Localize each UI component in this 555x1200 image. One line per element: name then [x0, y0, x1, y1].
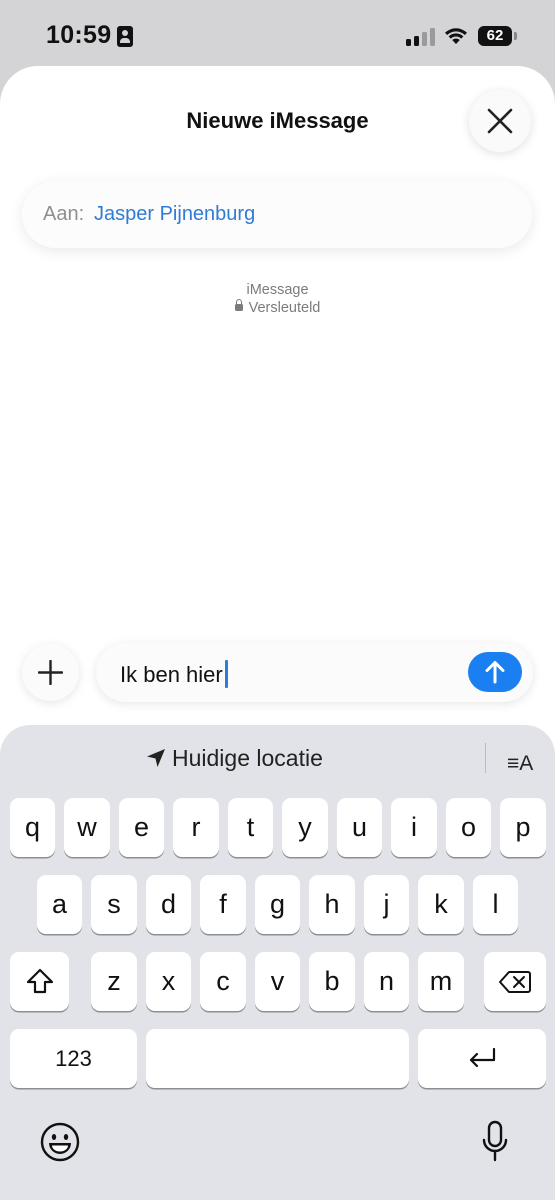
key-t[interactable]: t — [228, 798, 273, 857]
location-arrow-icon — [147, 749, 165, 767]
key-b[interactable]: b — [309, 952, 355, 1011]
message-input-text[interactable]: Ik ben hier — [120, 660, 228, 688]
wifi-icon — [445, 28, 467, 44]
encryption-status: Versleuteld — [0, 299, 555, 316]
key-w[interactable]: w — [64, 798, 110, 857]
key-q[interactable]: q — [10, 798, 55, 857]
id-card-icon — [117, 26, 133, 47]
battery-indicator: 62 — [478, 26, 512, 46]
delete-key[interactable] — [484, 952, 546, 1011]
key-m[interactable]: m — [418, 952, 464, 1011]
microphone-icon[interactable] — [482, 1120, 508, 1164]
key-u[interactable]: u — [337, 798, 382, 857]
key-s[interactable]: s — [91, 875, 137, 934]
message-text: Ik ben hier — [120, 662, 223, 687]
send-button[interactable] — [468, 652, 522, 692]
key-c[interactable]: c — [200, 952, 246, 1011]
close-button[interactable] — [469, 90, 531, 152]
encryption-label: Versleuteld — [248, 300, 321, 316]
key-i[interactable]: i — [391, 798, 437, 857]
arrow-up-icon — [485, 661, 505, 684]
delete-icon — [499, 971, 531, 993]
emoji-icon[interactable] — [40, 1122, 80, 1162]
key-z[interactable]: z — [91, 952, 137, 1011]
lock-icon — [234, 299, 243, 311]
key-r[interactable]: r — [173, 798, 219, 857]
recipient-field[interactable]: Aan: Jasper Pijnenburg — [22, 181, 532, 248]
key-d[interactable]: d — [146, 875, 191, 934]
recipient-name[interactable]: Jasper Pijnenburg — [94, 203, 255, 226]
suggestion-current-location[interactable]: Huidige locatie — [146, 745, 323, 772]
text-format-icon[interactable]: ≡A — [507, 752, 533, 776]
key-e[interactable]: e — [119, 798, 164, 857]
space-key[interactable] — [146, 1029, 409, 1088]
key-x[interactable]: x — [146, 952, 191, 1011]
recipient-label: Aan: — [43, 203, 85, 225]
key-k[interactable]: k — [418, 875, 464, 934]
key-v[interactable]: v — [255, 952, 300, 1011]
add-attachment-button[interactable] — [22, 644, 79, 701]
plus-icon — [38, 660, 63, 685]
key-n[interactable]: n — [364, 952, 409, 1011]
battery-nub — [514, 32, 517, 40]
suggestion-bar: Huidige locatie ≡A — [0, 725, 555, 793]
key-o[interactable]: o — [446, 798, 491, 857]
key-p[interactable]: p — [500, 798, 546, 857]
suggestion-label: Huidige locatie — [172, 745, 323, 771]
key-g[interactable]: g — [255, 875, 300, 934]
shift-key[interactable] — [10, 952, 69, 1011]
key-l[interactable]: l — [473, 875, 518, 934]
message-input[interactable]: Ik ben hier — [96, 643, 533, 702]
return-key[interactable] — [418, 1029, 546, 1088]
key-y[interactable]: y — [282, 798, 328, 857]
status-time: 10:59 — [46, 21, 112, 49]
status-bar: 10:59 62 — [0, 0, 555, 66]
text-caret — [224, 660, 228, 688]
numbers-key[interactable]: 123 — [10, 1029, 137, 1088]
close-icon — [487, 108, 513, 134]
suggestion-divider — [485, 743, 486, 773]
service-label: iMessage — [246, 282, 309, 298]
key-j[interactable]: j — [364, 875, 409, 934]
shift-icon — [26, 968, 53, 994]
key-a[interactable]: a — [37, 875, 82, 934]
key-h[interactable]: h — [309, 875, 355, 934]
cellular-signal-icon — [406, 28, 436, 46]
key-f[interactable]: f — [200, 875, 246, 934]
return-icon — [469, 1047, 496, 1068]
